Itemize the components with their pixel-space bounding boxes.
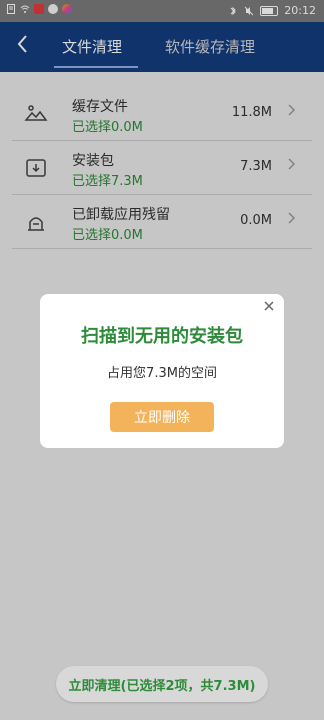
dialog-title: 扫描到无用的安装包 [81, 326, 243, 347]
clean-now-button[interactable]: 立即清理(已选择2项，共7.3M) [56, 666, 268, 702]
close-icon[interactable] [264, 300, 274, 314]
scan-result-dialog: 扫描到无用的安装包 占用您7.3M的空间 立即删除 [40, 294, 284, 448]
dialog-subtitle: 占用您7.3M的空间 [107, 366, 217, 381]
delete-now-button[interactable]: 立即删除 [110, 402, 214, 432]
